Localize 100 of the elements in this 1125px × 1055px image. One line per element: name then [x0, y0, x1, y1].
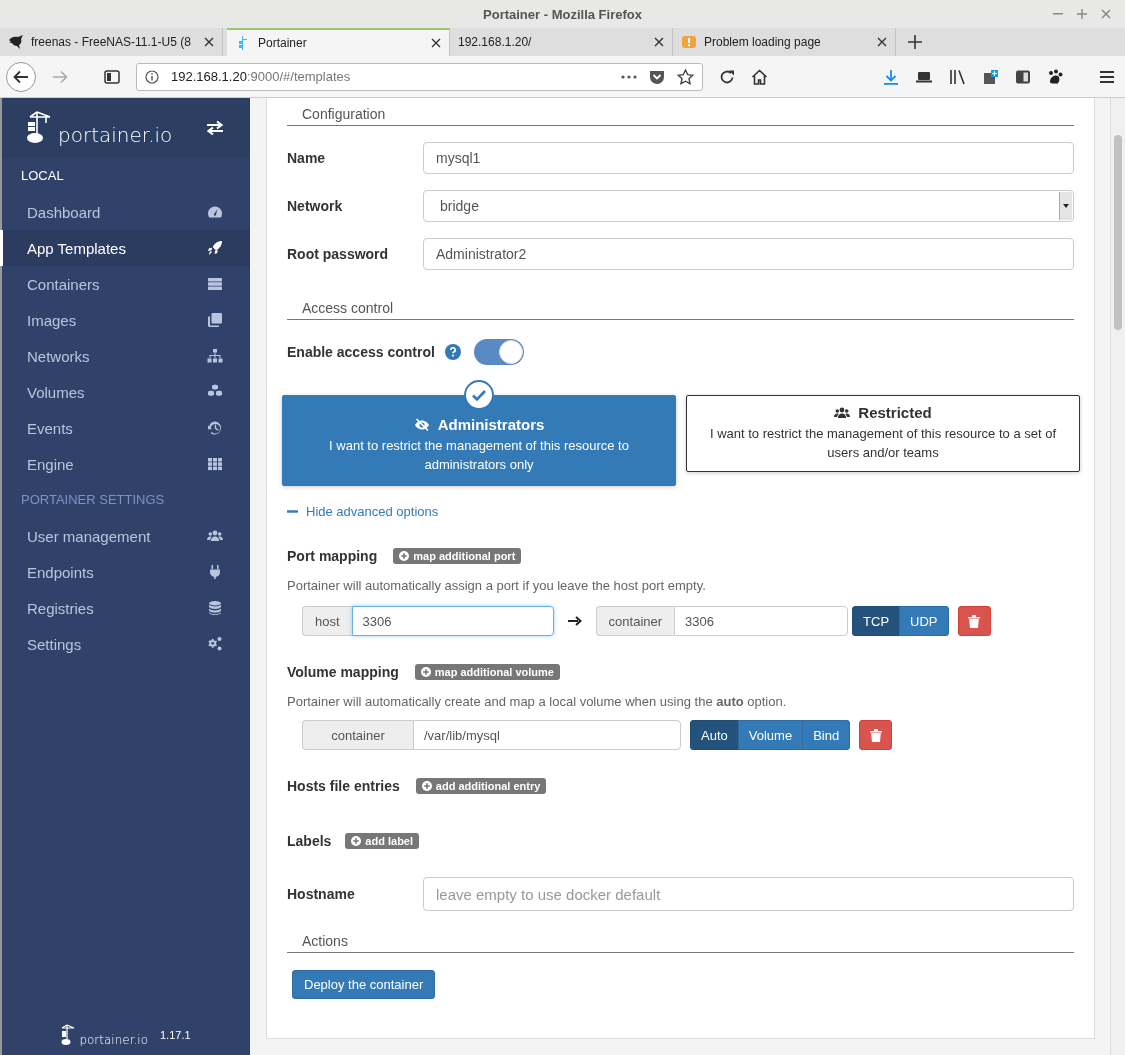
option-title: Restricted: [858, 404, 932, 421]
volume-type-button[interactable]: Volume: [737, 720, 804, 750]
arrow-left-icon: [13, 69, 29, 84]
maximize-icon[interactable]: [1077, 9, 1087, 19]
add-button[interactable]: map additional volume: [414, 664, 560, 680]
container-path-field[interactable]: /var/lib/mysql: [413, 720, 681, 750]
sidebar-icon[interactable]: [104, 69, 120, 84]
field-label: Hostname: [287, 886, 356, 902]
section-heading: Actions: [287, 933, 1074, 953]
container-path-label: container: [302, 720, 413, 750]
toggle-label: Enable access control: [287, 344, 435, 360]
deploy-button[interactable]: Deploy the container: [292, 970, 436, 999]
sidebar-item[interactable]: Volumes: [0, 374, 250, 410]
sidebar-item[interactable]: Registries: [0, 590, 250, 626]
protocol-button[interactable]: UDP: [899, 606, 949, 636]
sidebar-item[interactable]: Events: [0, 410, 250, 446]
grid-icon: [207, 456, 223, 472]
section-heading: Access control: [287, 300, 1074, 320]
add-button[interactable]: map additional port: [393, 548, 522, 564]
close-icon[interactable]: [654, 37, 664, 47]
volume-type-button[interactable]: Auto: [690, 720, 739, 750]
delete-button[interactable]: [859, 720, 893, 750]
sidebar-item[interactable]: Settings: [0, 626, 250, 662]
add-button[interactable]: add label: [345, 833, 420, 849]
reload-icon[interactable]: [719, 68, 735, 85]
paw-icon[interactable]: [1047, 68, 1063, 85]
sidebar-item[interactable]: App Templates: [0, 230, 250, 266]
plus-circle-icon: [399, 551, 410, 561]
section-title: Hosts file entries: [287, 778, 400, 794]
history-icon: [207, 420, 223, 436]
toggle-switch[interactable]: [473, 339, 524, 365]
close-icon[interactable]: [431, 38, 441, 48]
container-port-field[interactable]: 3306: [674, 606, 849, 636]
hierarchy-icon: [207, 348, 223, 364]
section-title: Labels: [287, 833, 332, 849]
option-title: Administrators: [437, 416, 545, 433]
add-button[interactable]: add additional entry: [415, 778, 547, 794]
back-button[interactable]: [6, 61, 36, 92]
sidebar-item[interactable]: User management: [0, 518, 250, 554]
section-title: Volume mapping: [287, 664, 399, 680]
sidebar-item[interactable]: Endpoints: [0, 554, 250, 590]
sidebar-heading: LOCAL: [20, 167, 65, 185]
bird-icon: [8, 34, 24, 50]
help-icon[interactable]: [444, 344, 461, 360]
toggle-advanced-link[interactable]: Hide advanced options: [287, 504, 439, 519]
container-port-label: container: [595, 606, 675, 636]
host-port-label: host: [302, 606, 352, 636]
window-title: Portainer - Mozilla Firefox: [483, 6, 642, 22]
close-icon[interactable]: [877, 37, 887, 47]
library-icon[interactable]: [949, 68, 967, 85]
volume-type-button[interactable]: Bind: [802, 720, 851, 750]
stack-icon: [207, 276, 223, 292]
laptop-icon[interactable]: [915, 69, 933, 84]
field-label: Network: [287, 198, 344, 214]
more-icon[interactable]: [621, 74, 637, 79]
eye-slash-icon: [413, 416, 430, 433]
warning-icon: [681, 34, 697, 50]
address-field[interactable]: 192.168.1.20:9000/#/templates: [136, 62, 703, 91]
sidebar-item[interactable]: Containers: [0, 266, 250, 302]
download-icon[interactable]: [883, 68, 899, 85]
field-label: Root password: [287, 246, 390, 262]
logo: portainer.io: [61, 1024, 148, 1046]
screenshot-icon[interactable]: [983, 68, 999, 85]
menu-icon[interactable]: [1099, 69, 1115, 84]
dropdown[interactable]: bridge: [423, 190, 1074, 222]
info-icon[interactable]: [145, 69, 159, 84]
hostname-field[interactable]: leave empty to use docker default: [423, 877, 1074, 911]
protocol-button[interactable]: TCP: [852, 606, 901, 636]
home-icon[interactable]: [751, 68, 768, 85]
plus-circle-icon: [421, 781, 432, 791]
delete-button[interactable]: [957, 606, 991, 636]
plug-icon: [207, 564, 223, 580]
field-label: Name: [287, 150, 327, 166]
sidebar-heading: PORTAINER SETTINGS: [20, 491, 166, 509]
sidebar-item[interactable]: Dashboard: [0, 194, 250, 230]
version-label: 1.17.1: [160, 1029, 191, 1041]
option-description: I want to restrict the management of this resource to a set of users and/or teams: [708, 425, 1058, 462]
text-field[interactable]: mysql1: [423, 142, 1074, 174]
plus-circle-icon: [351, 836, 362, 846]
sidebar-item[interactable]: Networks: [0, 338, 250, 374]
swap-icon[interactable]: [206, 120, 224, 136]
star-icon[interactable]: [677, 68, 694, 85]
plus-icon[interactable]: [908, 35, 922, 49]
sidebar-item[interactable]: Images: [0, 302, 250, 338]
text-field[interactable]: Administrator2: [423, 238, 1074, 270]
scrollbar[interactable]: [1110, 98, 1125, 1055]
close-icon[interactable]: [204, 37, 214, 47]
option-card[interactable]: Restricted I want to restrict the management of this resource to a set of users and/or teams: [686, 395, 1080, 472]
option-card[interactable]: Administrators I want to restrict the management of this resource to administrators only: [282, 395, 676, 486]
browser-tab[interactable]: Portainer: [227, 28, 450, 56]
trash-icon: [968, 614, 980, 628]
pocket-icon[interactable]: [649, 68, 665, 85]
sidebar-item[interactable]: Engine: [0, 446, 250, 482]
gauge-icon: [207, 204, 223, 220]
trash-icon: [869, 728, 882, 742]
section-heading: Configuration: [287, 106, 1074, 126]
host-port-field[interactable]: 3306: [351, 606, 554, 636]
help-text: Portainer will automatically assign a port if you leave the host port empty.: [287, 578, 706, 593]
option-description: I want to restrict the management of this resource to administrators only: [328, 437, 630, 474]
reader-icon[interactable]: [1015, 68, 1031, 85]
